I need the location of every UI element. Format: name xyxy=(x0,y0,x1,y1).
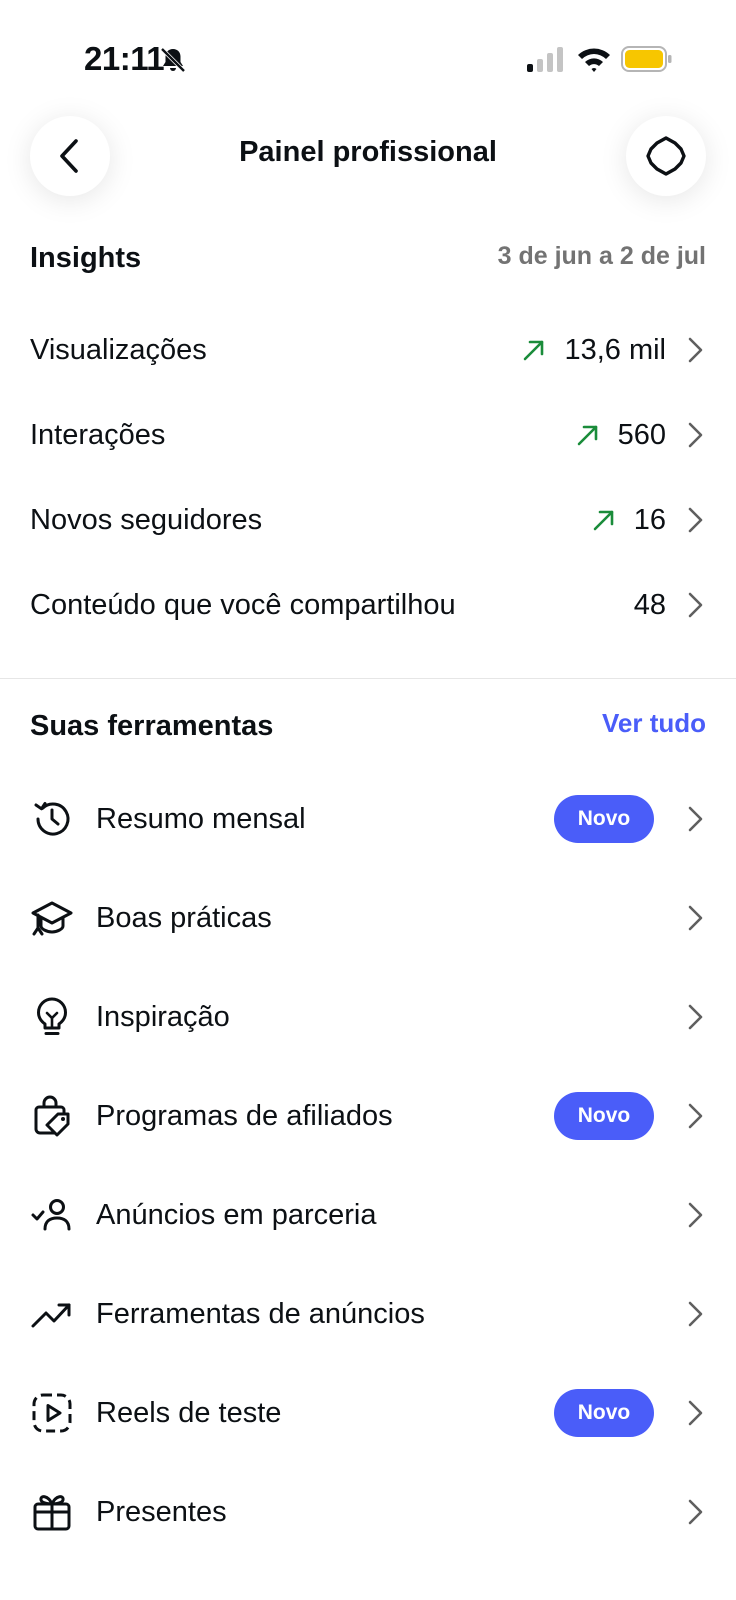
metric-value: 16 xyxy=(633,503,666,536)
status-bar: 21:11 xyxy=(0,0,736,110)
chevron-right-icon xyxy=(688,337,703,363)
insights-header: Insights 3 de jun a 2 de jul xyxy=(30,238,706,282)
tool-label: Inspiração xyxy=(96,1000,230,1033)
chevron-right-icon xyxy=(688,806,703,832)
tool-row-boas-praticas[interactable]: Boas práticas xyxy=(30,883,706,953)
new-badge: Novo xyxy=(554,1389,654,1437)
tool-row-presentes[interactable]: Presentes xyxy=(30,1477,706,1547)
metric-value: 48 xyxy=(633,588,666,621)
tool-row-programas-de-afiliados[interactable]: Programas de afiliados Novo xyxy=(30,1081,706,1151)
new-badge: Novo xyxy=(554,795,654,843)
chevron-right-icon xyxy=(688,1301,703,1327)
tools-header: Suas ferramentas Ver tudo xyxy=(30,706,706,750)
wifi-icon xyxy=(578,48,610,72)
metric-label: Interações xyxy=(30,418,166,451)
lightbulb-icon xyxy=(30,995,74,1039)
header: Painel profissional xyxy=(0,110,736,230)
trend-up-arrow-icon xyxy=(577,425,597,446)
chevron-right-icon xyxy=(688,905,703,931)
tool-row-reels-de-teste[interactable]: Reels de teste Novo xyxy=(30,1378,706,1448)
metric-row-interacoes[interactable]: Interações 560 xyxy=(30,405,706,465)
metric-label: Visualizações xyxy=(30,333,207,366)
bell-muted-icon xyxy=(160,47,186,73)
chevron-right-icon xyxy=(688,1499,703,1525)
chevron-right-icon xyxy=(688,1103,703,1129)
tool-label: Anúncios em parceria xyxy=(96,1198,377,1231)
tool-label: Ferramentas de anúncios xyxy=(96,1297,425,1330)
history-icon xyxy=(30,797,74,841)
signal-icon xyxy=(527,47,563,72)
trending-up-icon xyxy=(30,1292,74,1336)
person-check-icon xyxy=(30,1193,74,1237)
metric-row-visualizacoes[interactable]: Visualizações 13,6 mil xyxy=(30,320,706,380)
chevron-right-icon xyxy=(688,507,703,533)
chevron-right-icon xyxy=(688,592,703,618)
shopping-tag-icon xyxy=(30,1094,74,1138)
metric-row-novos-seguidores[interactable]: Novos seguidores 16 xyxy=(30,490,706,550)
tool-label: Reels de teste xyxy=(96,1396,282,1429)
reels-test-icon xyxy=(30,1391,74,1435)
chevron-right-icon xyxy=(688,422,703,448)
metric-value: 13,6 mil xyxy=(564,333,666,366)
chevron-right-icon xyxy=(688,1004,703,1030)
trend-up-arrow-icon xyxy=(524,340,544,361)
trend-up-arrow-icon xyxy=(593,510,614,531)
tool-label: Presentes xyxy=(96,1495,227,1528)
metric-label: Conteúdo que você compartilhou xyxy=(30,588,456,621)
tool-label: Boas práticas xyxy=(96,901,272,934)
section-divider xyxy=(0,678,736,679)
insights-title: Insights xyxy=(30,242,142,274)
chevron-right-icon xyxy=(688,1202,703,1228)
metric-row-conteudo-compartilhado[interactable]: Conteúdo que você compartilhou 48 xyxy=(30,575,706,635)
tool-row-anuncios-em-parceria[interactable]: Anúncios em parceria xyxy=(30,1180,706,1250)
metric-value: 560 xyxy=(617,418,666,451)
see-all-link[interactable]: Ver tudo xyxy=(602,708,706,739)
status-time: 21:11 xyxy=(84,40,165,77)
battery-icon xyxy=(621,46,672,72)
metric-label: Novos seguidores xyxy=(30,503,263,536)
tool-row-resumo-mensal[interactable]: Resumo mensal Novo xyxy=(30,784,706,854)
tool-row-ferramentas-de-anuncios[interactable]: Ferramentas de anúncios xyxy=(30,1279,706,1349)
tools-title: Suas ferramentas xyxy=(30,710,274,742)
insights-date-range: 3 de jun a 2 de jul xyxy=(497,242,706,270)
tool-row-inspiracao[interactable]: Inspiração xyxy=(30,982,706,1052)
gift-icon xyxy=(30,1490,74,1534)
tool-label: Programas de afiliados xyxy=(96,1099,393,1132)
settings-button[interactable] xyxy=(626,116,706,196)
new-badge: Novo xyxy=(554,1092,654,1140)
graduation-cap-icon xyxy=(30,896,74,940)
tool-label: Resumo mensal xyxy=(96,802,306,835)
chevron-right-icon xyxy=(688,1400,703,1426)
gear-icon xyxy=(646,136,686,176)
